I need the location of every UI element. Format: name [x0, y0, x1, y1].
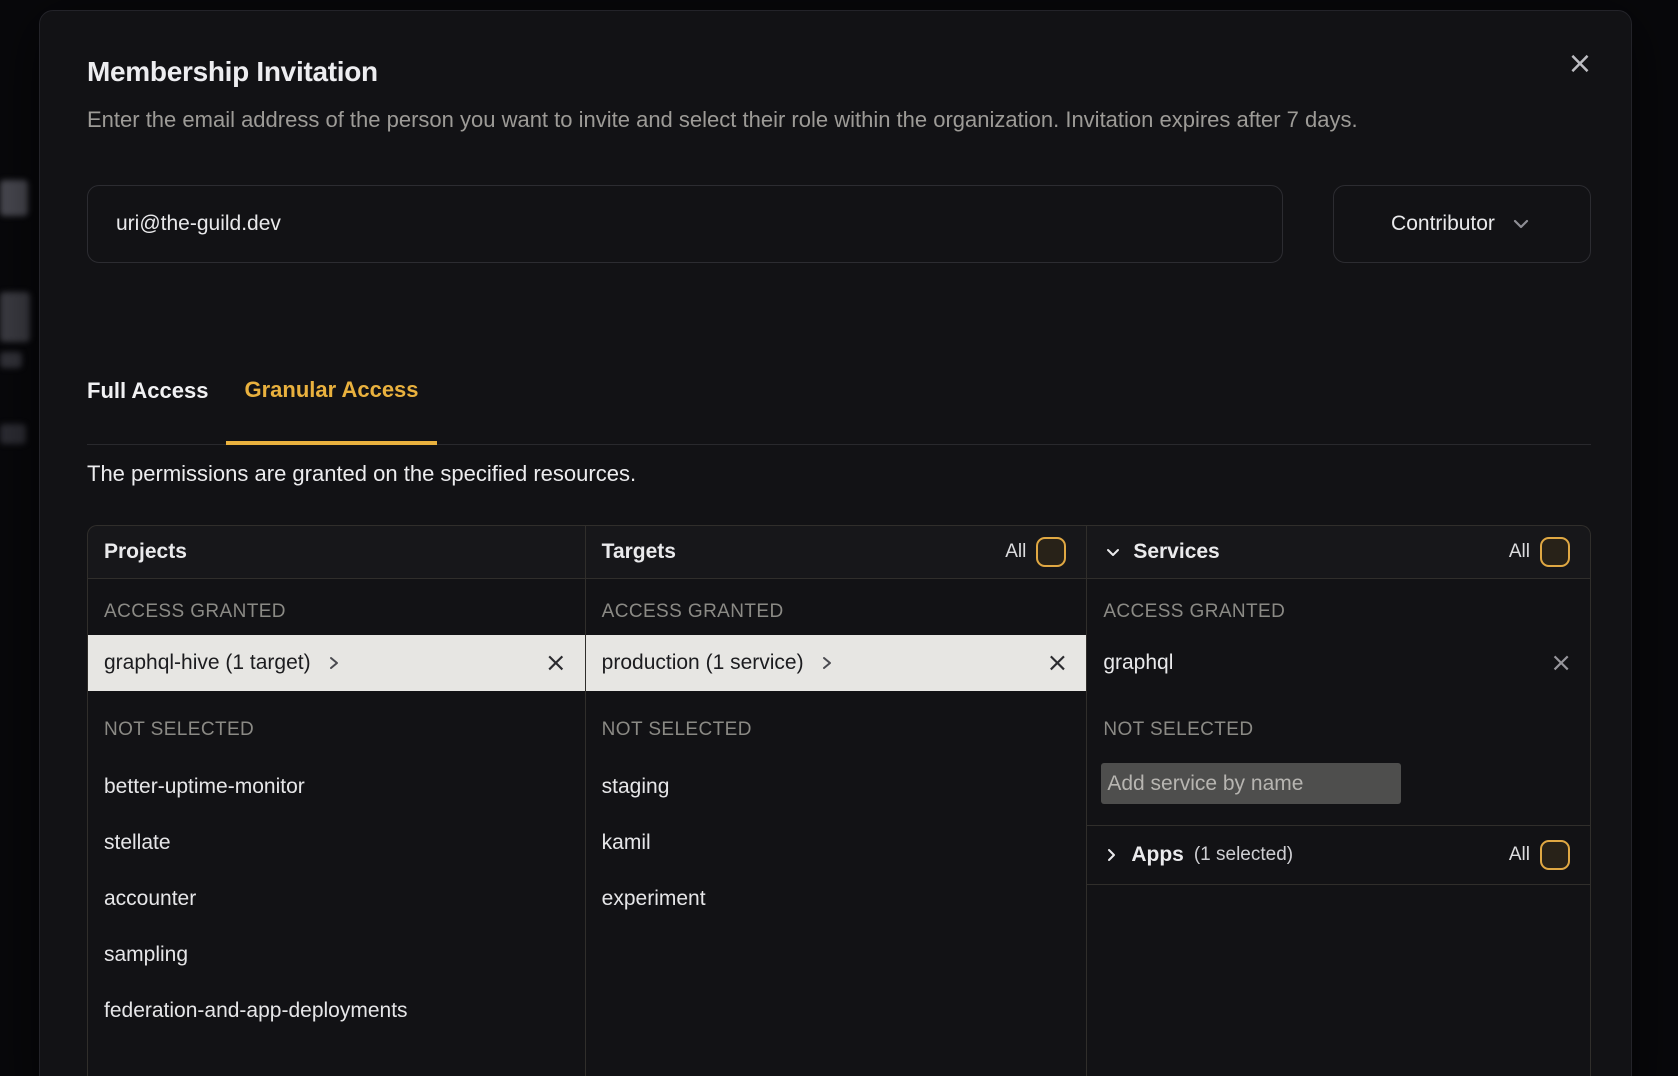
services-column: Services All ACCESS GRANTED graphql × NO… [1087, 526, 1590, 1076]
add-service-input[interactable] [1101, 763, 1401, 804]
all-label: All [1509, 541, 1530, 563]
background-content-blur [0, 292, 30, 342]
list-item[interactable]: stellate [88, 815, 585, 871]
granted-service-row[interactable]: graphql × [1087, 635, 1590, 691]
chevron-right-icon [325, 654, 343, 672]
granted-project-label: graphql-hive (1 target) [104, 651, 311, 675]
remove-service-icon[interactable]: × [1548, 650, 1574, 676]
tab-full-access[interactable]: Full Access [87, 377, 208, 444]
apps-all-checkbox[interactable] [1540, 840, 1570, 870]
access-granted-label: ACCESS GRANTED [104, 593, 585, 631]
services-column-header[interactable]: Services All [1087, 526, 1590, 579]
not-selected-label: NOT SELECTED [1103, 711, 1590, 749]
invite-form-row: Contributor [87, 185, 1591, 263]
access-tabs: Full Access Granular Access [87, 377, 1591, 445]
list-item[interactable]: experiment [586, 871, 1087, 927]
list-item[interactable]: better-uptime-monitor [88, 759, 585, 815]
email-field[interactable] [87, 185, 1283, 263]
services-all-checkbox[interactable] [1540, 537, 1570, 567]
resource-permissions-table: Projects ACCESS GRANTED graphql-hive (1 … [87, 525, 1591, 1076]
page-title: Membership Invitation [87, 55, 1591, 89]
modal-content: × Membership Invitation Enter the email … [40, 11, 1631, 1076]
list-item[interactable]: kamil [586, 815, 1087, 871]
remove-target-icon[interactable]: × [1045, 650, 1071, 676]
apps-select-all[interactable]: All [1509, 840, 1570, 870]
membership-invitation-modal: × Membership Invitation Enter the email … [39, 10, 1632, 1076]
permissions-note: The permissions are granted on the speci… [87, 461, 1591, 487]
chevron-right-icon [1101, 845, 1121, 865]
background-content-blur [0, 180, 28, 216]
role-select-value: Contributor [1391, 212, 1495, 236]
background-content-blur [0, 352, 22, 368]
list-item[interactable]: sampling [88, 927, 585, 983]
list-item[interactable]: federation-and-app-deployments [88, 983, 585, 1039]
services-header-label: Services [1133, 540, 1219, 564]
targets-column: Targets All ACCESS GRANTED production (1… [586, 526, 1088, 1076]
chevron-down-icon [1509, 212, 1533, 236]
list-item[interactable]: accounter [88, 871, 585, 927]
chevron-right-icon [818, 654, 836, 672]
apps-selected-count: (1 selected) [1194, 844, 1293, 866]
projects-header-label: Projects [104, 540, 187, 564]
apps-section-row[interactable]: Apps (1 selected) All [1087, 826, 1590, 885]
all-label: All [1509, 844, 1530, 866]
granted-target-row[interactable]: production (1 service) × [586, 635, 1087, 691]
remove-project-icon[interactable]: × [543, 650, 569, 676]
not-selected-label: NOT SELECTED [602, 711, 1087, 749]
role-select[interactable]: Contributor [1333, 185, 1591, 263]
list-item[interactable]: staging [586, 759, 1087, 815]
targets-all-checkbox[interactable] [1036, 537, 1066, 567]
targets-header-label: Targets [602, 540, 676, 564]
access-granted-label: ACCESS GRANTED [602, 593, 1087, 631]
not-selected-label: NOT SELECTED [104, 711, 585, 749]
projects-column-header: Projects [88, 526, 585, 579]
access-granted-label: ACCESS GRANTED [1103, 593, 1590, 631]
background-content-blur [0, 424, 26, 444]
services-select-all[interactable]: All [1509, 537, 1570, 567]
all-label: All [1005, 541, 1026, 563]
close-icon[interactable]: × [1563, 47, 1597, 81]
targets-select-all[interactable]: All [1005, 537, 1066, 567]
granted-service-label: graphql [1103, 651, 1173, 675]
targets-not-selected-list: staging kamil experiment [586, 759, 1087, 927]
apps-section-label: Apps [1131, 843, 1184, 867]
tab-granular-access[interactable]: Granular Access [226, 377, 436, 445]
targets-column-header: Targets All [586, 526, 1087, 579]
granted-project-row[interactable]: graphql-hive (1 target) × [88, 635, 585, 691]
projects-not-selected-list: better-uptime-monitor stellate accounter… [88, 759, 585, 1039]
chevron-down-icon [1103, 542, 1123, 562]
modal-description: Enter the email address of the person yo… [87, 101, 1591, 139]
projects-column: Projects ACCESS GRANTED graphql-hive (1 … [88, 526, 586, 1076]
granted-target-label: production (1 service) [602, 651, 804, 675]
